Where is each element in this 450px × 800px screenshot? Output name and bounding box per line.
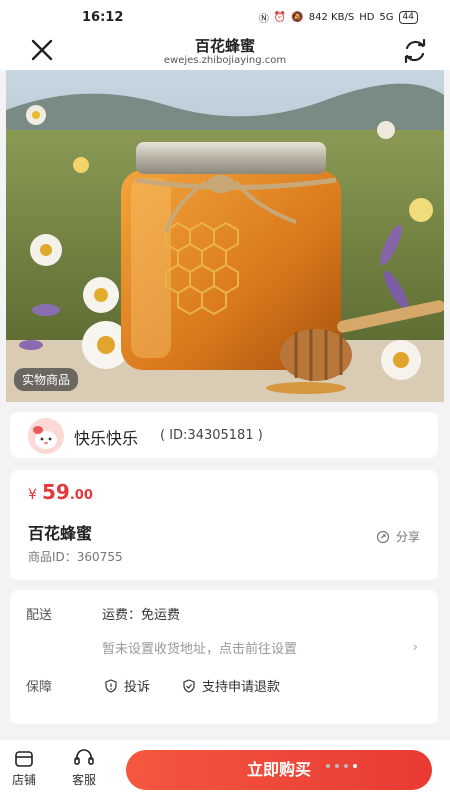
share-label: 分享 xyxy=(395,530,420,544)
alarm-icon: ⏰ xyxy=(273,12,287,23)
shop-id: ( ID:34305181 ) xyxy=(160,428,263,443)
avatar xyxy=(28,418,64,454)
address-hint[interactable]: 暂未设置收货地址，点击前往设置 xyxy=(102,638,297,657)
service-info-card: 配送 运费：免运费 暂未设置收货地址，点击前往设置 › 保障 投诉 支持申请退款 xyxy=(10,590,438,724)
bottom-action-bar: 店铺 客服 立即购买 xyxy=(0,740,450,800)
product-id-value: 360755 xyxy=(76,550,123,564)
share-button[interactable]: 分享 xyxy=(376,528,420,545)
product-id-label: 商品ID： xyxy=(28,550,77,564)
complaint-link[interactable]: 投诉 xyxy=(104,676,150,695)
check-badge-icon xyxy=(183,678,195,693)
store-button[interactable]: 店铺 xyxy=(2,748,46,788)
status-icons: Ⓝ ⏰ 🔕 842 KB/S HD 5G 44 xyxy=(259,10,418,25)
status-bar: 16:12 Ⓝ ⏰ 🔕 842 KB/S HD 5G 44 xyxy=(0,0,450,30)
store-icon xyxy=(15,751,33,767)
product-name: 百花蜂蜜 xyxy=(28,524,93,543)
complaint-label: 投诉 xyxy=(124,680,151,695)
guarantee-label: 保障 xyxy=(26,680,53,695)
share-icon xyxy=(376,530,390,543)
price-currency: ¥ xyxy=(28,487,37,503)
shield-icon xyxy=(105,678,117,693)
hd-icon: HD xyxy=(359,12,375,23)
freight-text: 运费：免运费 xyxy=(102,608,181,623)
delivery-label: 配送 xyxy=(26,608,53,623)
signal-icon: 5G xyxy=(379,12,394,23)
page-indicator xyxy=(326,764,357,768)
page-title: 百花蜂蜜 xyxy=(194,37,255,55)
page-url: ewejes.zhibojiaying.com xyxy=(163,55,287,66)
buy-now-label: 立即购买 xyxy=(246,760,311,779)
service-label: 客服 xyxy=(71,773,96,787)
store-label: 店铺 xyxy=(11,773,36,787)
honey-jar-illustration xyxy=(6,70,444,402)
refund-label: 支持申请退款 xyxy=(202,680,281,695)
refresh-icon[interactable] xyxy=(400,36,430,66)
product-image[interactable] xyxy=(6,70,444,402)
product-price: ¥ 59.00 xyxy=(28,480,93,504)
chevron-right-icon[interactable]: › xyxy=(413,640,418,655)
indicator-dot xyxy=(335,764,339,768)
real-product-badge: 实物商品 xyxy=(14,368,79,391)
indicator-dot-active xyxy=(353,764,357,768)
price-integer: 59 xyxy=(42,480,70,504)
indicator-dot xyxy=(344,764,348,768)
price-decimal: .00 xyxy=(69,488,93,503)
indicator-dot xyxy=(326,764,330,768)
network-speed: 842 KB/S xyxy=(308,12,355,23)
status-time: 16:12 xyxy=(82,10,124,25)
nav-bar: 百花蜂蜜 ewejes.zhibojiaying.com xyxy=(0,30,450,70)
headset-icon xyxy=(74,749,94,765)
mute-icon: 🔕 xyxy=(291,12,304,23)
customer-service-button[interactable]: 客服 xyxy=(62,748,106,788)
shop-card[interactable]: 快乐快乐 ( ID:34305181 ) xyxy=(10,412,438,458)
product-info-card: ¥ 59.00 百花蜂蜜 商品ID：360755 分享 xyxy=(10,470,438,580)
refund-policy: 支持申请退款 xyxy=(182,676,280,695)
shop-name: 快乐快乐 xyxy=(74,429,139,448)
nfc-icon: Ⓝ xyxy=(258,14,269,25)
battery-icon: 44 xyxy=(398,11,418,24)
buy-now-button[interactable]: 立即购买 xyxy=(126,750,432,790)
product-id: 商品ID：360755 xyxy=(28,548,123,565)
